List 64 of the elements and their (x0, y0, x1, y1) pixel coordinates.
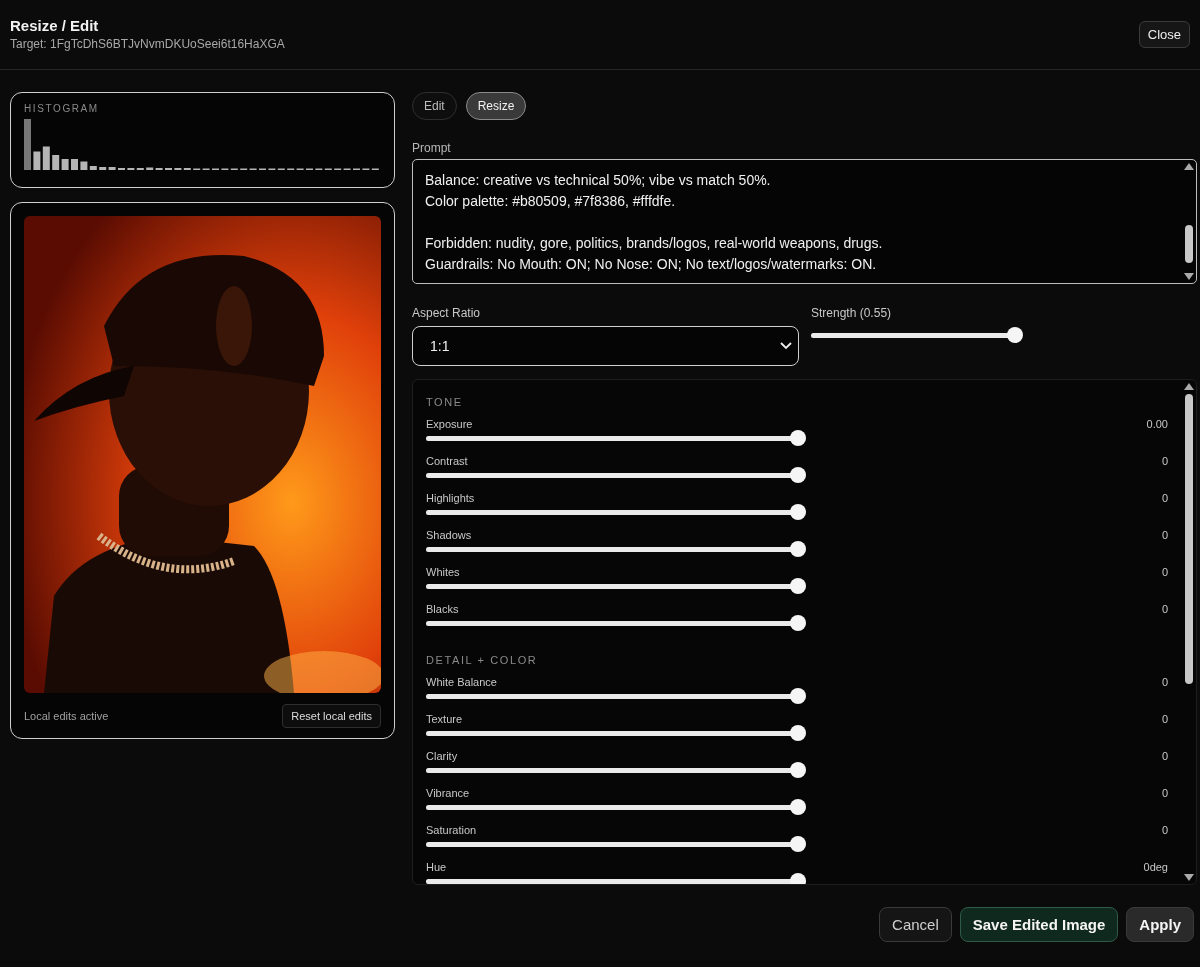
slider-value: 0deg (1143, 861, 1168, 873)
slider-label: Hue (426, 861, 447, 873)
apply-button[interactable]: Apply (1126, 907, 1194, 942)
section-title: TONE (426, 396, 464, 408)
slider-label: Saturation (426, 824, 477, 836)
slider-value: 0 (1161, 566, 1168, 578)
histogram-bar (24, 119, 31, 170)
tab[interactable]: Edit (412, 92, 457, 120)
down-arrow-icon[interactable] (1184, 874, 1194, 881)
slider-label: Clarity (426, 750, 458, 762)
slider-thumb[interactable] (790, 615, 807, 631)
up-arrow-icon[interactable] (1184, 383, 1194, 390)
slider-value: 0 (1161, 455, 1168, 467)
slider-value: 0 (1161, 603, 1168, 615)
slider-thumb[interactable] (1006, 327, 1023, 343)
chevron-down-icon (780, 342, 792, 350)
slider-value: 0 (1161, 824, 1168, 836)
slider-thumb[interactable] (790, 578, 807, 594)
down-arrow-icon[interactable] (1184, 273, 1194, 280)
scrollbar-thumb[interactable] (1185, 225, 1193, 263)
slider-thumb[interactable] (790, 836, 807, 852)
slider-value: 0 (1161, 529, 1168, 541)
tab[interactable]: Resize (465, 92, 527, 120)
slider-thumb[interactable] (790, 762, 807, 778)
prompt-label: Prompt (412, 141, 452, 155)
slider-thumb[interactable] (790, 430, 807, 446)
slider-value: 0 (1161, 713, 1168, 725)
histogram-title: HISTOGRAM (24, 103, 100, 114)
up-arrow-icon[interactable] (1184, 163, 1194, 170)
dialog-title: Resize / Edit (10, 17, 100, 34)
slider-label: Whites (426, 566, 460, 578)
slider-label: Highlights (426, 492, 475, 504)
slider-value: 0 (1161, 676, 1168, 688)
slider-label: Contrast (426, 455, 468, 467)
slider-label: Texture (426, 713, 463, 725)
slider-thumb[interactable] (790, 725, 807, 741)
slider-thumb[interactable] (790, 467, 807, 483)
section-title: DETAIL + COLOR (426, 654, 539, 666)
slider-label: White Balance (426, 676, 497, 688)
slider-thumb[interactable] (790, 504, 807, 520)
slider-thumb[interactable] (790, 799, 807, 815)
close-button[interactable]: Close (1138, 21, 1190, 48)
slider-label: Shadows (426, 529, 472, 541)
slider-label: Blacks (426, 603, 459, 615)
aspect-ratio-label: Aspect Ratio (412, 306, 482, 320)
aspect-ratio-select[interactable]: 1:1 (412, 326, 799, 366)
slider-label: Exposure (426, 418, 473, 430)
histogram-bar (71, 159, 78, 170)
slider-value: 0 (1161, 787, 1168, 799)
save-button[interactable]: Save Edited Image (959, 907, 1119, 942)
slider-value: 0 (1161, 750, 1168, 762)
slider-thumb[interactable] (790, 873, 807, 884)
edit-status: Local edits active (24, 710, 109, 722)
slider-label: Vibrance (426, 787, 470, 799)
slider-thumb[interactable] (790, 688, 807, 704)
cancel-button[interactable]: Cancel (879, 907, 952, 942)
slider-value: 0 (1161, 492, 1168, 504)
strength-label: Strength (0.55) (811, 306, 893, 320)
scrollbar-thumb[interactable] (1185, 394, 1193, 684)
prompt-field[interactable]: Balance: creative vs technical 50%; vibe vs match 50%. Color palette: #b80509, #7f8386, #fffdfe. Forbidden: nudity, gore, politics, brands/logos, real-world weapons, drugs. Guardrails: No Mouth: ON; No Nose: ON; No text/logos/watermarks: ON. (412, 159, 1197, 284)
slider-value: 0.00 (1146, 418, 1168, 430)
slider-thumb[interactable] (790, 541, 807, 557)
reset-button[interactable]: Reset local edits (282, 704, 381, 728)
target-id: Target: 1FgTcDhS6BTJvNvmDKUoSeei6t16HaXGA (10, 37, 285, 51)
